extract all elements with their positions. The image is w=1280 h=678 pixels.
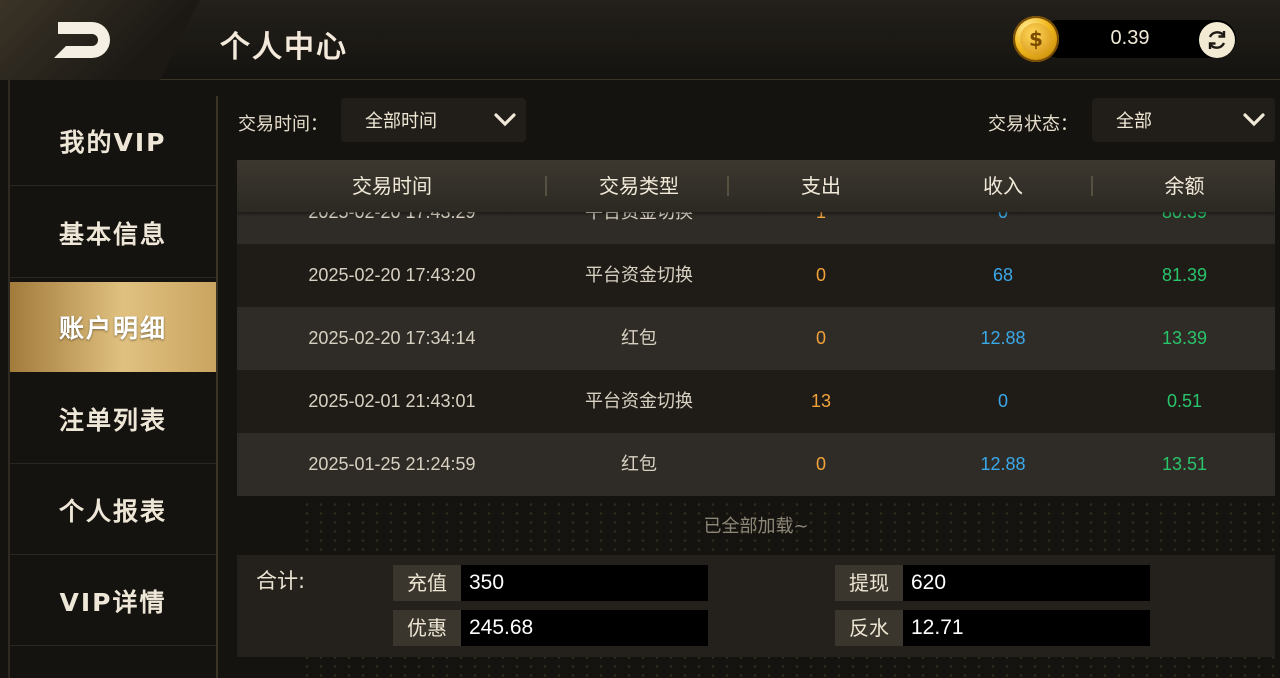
header-bar: 个人中心 0.39 $ — [0, 0, 1280, 80]
table-row[interactable]: 2025-02-01 21:43:01 平台资金切换 13 0 0.51 — [237, 370, 1275, 433]
cell-type: 平台资金切换 — [585, 391, 693, 412]
withdraw-value: 620 — [903, 565, 1150, 601]
column-header-expense: 支出 — [801, 174, 841, 198]
cell-time: 2025-02-01 21:43:01 — [308, 391, 476, 411]
cell-type: 红包 — [621, 454, 657, 475]
recharge-label: 充值 — [393, 565, 461, 601]
cell-type: 平台资金切换 — [585, 265, 693, 286]
sidebar-item-my-vip[interactable]: 我的VIP — [10, 96, 216, 186]
coin-icon: $ — [1013, 16, 1059, 62]
table-row[interactable]: 2025-02-20 17:34:14 红包 0 12.88 13.39 — [237, 307, 1275, 370]
column-header-type: 交易类型 — [599, 174, 679, 198]
time-filter-label: 交易时间： — [238, 114, 328, 135]
header-separator — [545, 176, 547, 196]
withdraw-label: 提现 — [835, 565, 903, 601]
time-filter-select[interactable]: 全部时间 — [341, 98, 526, 142]
sidebar-item-vip-details[interactable]: VIP详情 — [10, 556, 216, 646]
cell-time: 2025-02-20 17:34:14 — [308, 328, 476, 348]
cell-income: 12.88 — [980, 454, 1026, 474]
table-row[interactable]: 2025-01-25 21:24:59 红包 0 12.88 13.51 — [237, 433, 1275, 496]
sidebar-item-account-details[interactable]: 账户明细 — [10, 282, 216, 372]
cell-balance: 0.51 — [1166, 391, 1203, 411]
rebate-label: 反水 — [835, 610, 903, 646]
cell-balance: 81.39 — [1161, 265, 1208, 285]
time-filter-value: 全部时间 — [365, 111, 437, 132]
sidebar-item-bet-list[interactable]: 注单列表 — [10, 374, 216, 464]
all-loaded-text: 已全部加载~ — [703, 516, 809, 537]
cell-time: 2025-02-20 17:43:20 — [308, 265, 476, 285]
sidebar-item-personal-report[interactable]: 个人报表 — [10, 465, 216, 555]
chevron-down-icon — [1243, 113, 1265, 127]
cell-expense: 0 — [815, 265, 826, 285]
cell-time: 2025-01-25 21:24:59 — [308, 454, 476, 474]
recharge-value: 350 — [461, 565, 708, 601]
totals-label: 合计: — [256, 569, 306, 593]
sidebar-item-basic-info[interactable]: 基本信息 — [10, 188, 216, 278]
page-title: 个人中心 — [220, 30, 348, 65]
discount-value: 245.68 — [461, 610, 708, 646]
rebate-value: 12.71 — [903, 610, 1150, 646]
status-filter-value: 全部 — [1116, 111, 1152, 132]
sidebar-divider — [216, 96, 218, 678]
header-separator — [727, 176, 729, 196]
cell-expense: 0 — [815, 454, 826, 474]
cell-balance: 13.39 — [1161, 328, 1208, 348]
header-separator — [1091, 176, 1093, 196]
column-header-balance: 余额 — [1164, 174, 1205, 198]
chevron-down-icon — [494, 113, 516, 127]
status-filter-label: 交易状态： — [988, 114, 1078, 135]
cell-income: 68 — [992, 265, 1014, 285]
sidebar: 我的VIP 基本信息 账户明细 注单列表 个人报表 VIP详情 — [10, 96, 216, 678]
column-header-time: 交易时间 — [352, 174, 432, 198]
column-header-income: 收入 — [983, 174, 1023, 198]
cell-expense: 13 — [810, 391, 832, 411]
balance-value: 0.39 — [1110, 27, 1150, 49]
refresh-icon[interactable] — [1199, 22, 1235, 58]
table-row[interactable]: 2025-02-20 17:43:20 平台资金切换 0 68 81.39 — [237, 244, 1275, 307]
transactions-table[interactable]: 交易时间 交易类型 支出 收入 余额 2025-02-20 17:43:29 平… — [237, 160, 1275, 496]
cell-balance: 13.51 — [1161, 454, 1208, 474]
cell-income: 12.88 — [980, 328, 1026, 348]
cell-type: 红包 — [621, 328, 657, 349]
back-icon[interactable] — [52, 18, 118, 62]
status-filter-select[interactable]: 全部 — [1092, 98, 1275, 142]
discount-label: 优惠 — [393, 610, 461, 646]
cell-expense: 0 — [815, 328, 826, 348]
cell-income: 0 — [997, 391, 1008, 411]
table-header: 交易时间 交易类型 支出 收入 余额 — [237, 160, 1275, 212]
